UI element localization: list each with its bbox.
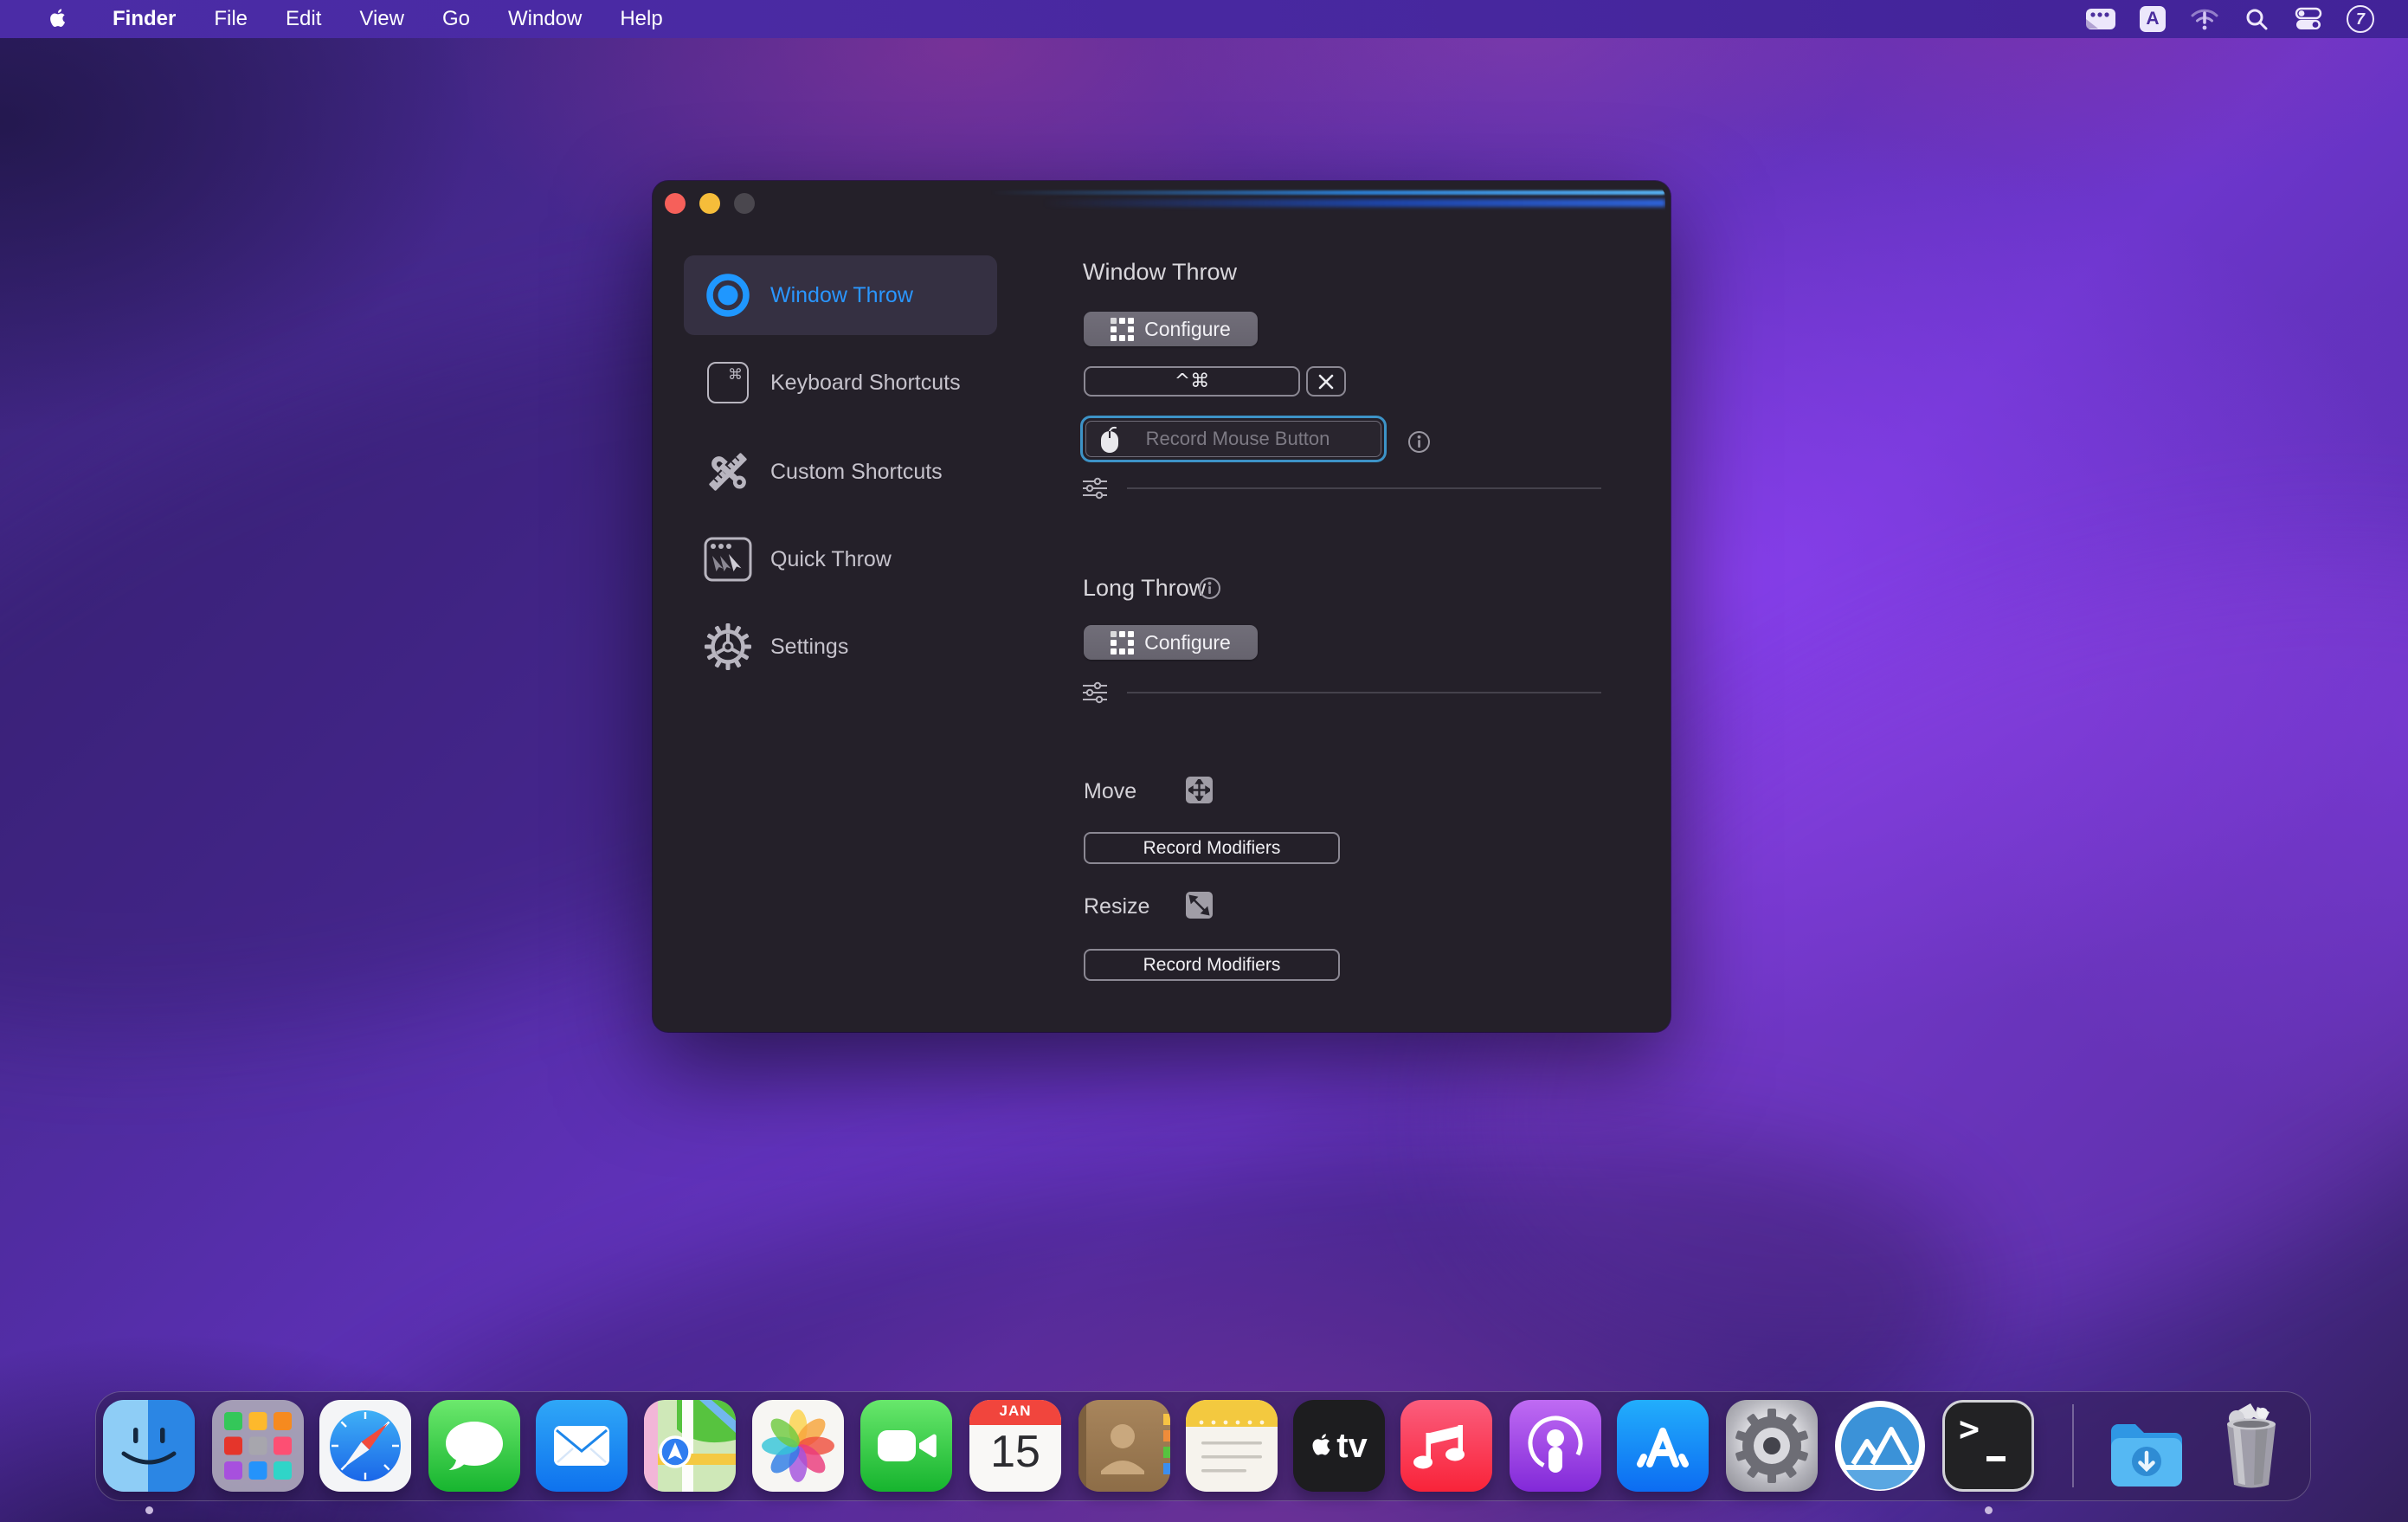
dock-photos-icon[interactable] [752,1400,844,1492]
move-icon [1186,777,1213,803]
dock-contacts-icon[interactable] [1078,1400,1170,1492]
long-throw-configure-button[interactable]: Configure [1084,625,1258,660]
grid-icon [1111,318,1134,341]
gear-icon [698,622,758,671]
target-icon [698,271,758,319]
finder-running-indicator [145,1506,153,1514]
dock-separator [2072,1404,2074,1487]
resize-icon [1186,892,1213,919]
record-mouse-button-field[interactable]: Record Mouse Button [1080,416,1387,462]
move-record-modifiers-button[interactable]: Record Modifiers [1084,832,1340,864]
sliders-icon[interactable] [1082,681,1108,708]
menu-item-window[interactable]: Window [489,0,601,38]
dock-launchpad-icon[interactable] [212,1400,304,1492]
record-mouse-placeholder: Record Mouse Button [1121,428,1355,450]
resize-label: Resize [1084,894,1149,919]
calendar-day: 15 [969,1426,1061,1478]
dock-trash-icon[interactable] [2205,1400,2297,1492]
info-icon[interactable] [1198,577,1221,604]
sidebar-item-custom-shortcuts[interactable]: Custom Shortcuts [684,432,997,512]
menu-bar: Finder File Edit View Go Window Help A 7 [0,0,2408,38]
divider [1127,487,1601,489]
shortcut-value: ^⌘ [1175,371,1209,392]
apple-menu-icon[interactable] [35,8,81,30]
titlebar-light-streak [990,185,1665,211]
move-label: Move [1084,779,1136,804]
dock-podcasts-icon[interactable] [1510,1400,1601,1492]
menu-item-view[interactable]: View [340,0,423,38]
clear-shortcut-button[interactable] [1306,366,1346,397]
dock-safari-icon[interactable] [319,1400,411,1492]
dock-finder-icon[interactable] [103,1400,195,1492]
calendar-month: JAN [969,1403,1061,1420]
zoom-button[interactable] [734,193,755,214]
window-throw-shortcut-field[interactable]: ^⌘ [1084,366,1300,397]
close-icon [1318,374,1334,390]
long-throw-title: Long Throw [1083,575,1206,602]
window-throw-title: Window Throw [1083,259,1237,286]
input-source-icon[interactable]: A [2133,0,2173,38]
close-button[interactable] [665,193,686,214]
menu-item-finder[interactable]: Finder [93,0,195,38]
keyboard-icon[interactable] [2081,0,2121,38]
terminal-prompt: > [1959,1409,1980,1449]
grid-icon [1111,631,1134,655]
dock-mail-icon[interactable] [536,1400,628,1492]
search-icon[interactable] [2237,0,2276,38]
tools-icon [698,448,758,495]
app-window: Window Throw ⌘ Keyboard Shortcuts Custom… [653,181,1671,1032]
dock-music-icon[interactable] [1400,1400,1492,1492]
control-center-icon[interactable] [2289,0,2328,38]
quick-throw-icon [698,537,758,582]
terminal-running-indicator [1985,1506,1993,1514]
dock-system-settings-icon[interactable] [1726,1400,1818,1492]
sliders-icon[interactable] [1082,477,1108,504]
dock-notes-icon[interactable] [1186,1400,1278,1492]
menu-item-file[interactable]: File [195,0,267,38]
dock-calendar-icon[interactable]: JAN 15 [969,1400,1061,1492]
terminal-cursor [1986,1456,2006,1461]
dock-hookshot-icon[interactable] [1834,1400,1926,1492]
dock-terminal-icon[interactable]: > [1942,1400,2034,1492]
dock-messages-icon[interactable] [428,1400,520,1492]
divider [1127,692,1601,693]
window-throw-configure-button[interactable]: Configure [1084,312,1258,346]
tv-label: tv [1336,1427,1368,1466]
dock-tv-icon[interactable]: tv [1293,1400,1385,1492]
apple-logo-icon [1310,1432,1333,1460]
menu-bar-left: Finder File Edit View Go Window Help [0,0,682,38]
info-icon[interactable] [1407,430,1431,458]
mouse-icon [1098,424,1121,454]
circle-seven-icon[interactable]: 7 [2340,0,2380,38]
wifi-alert-icon[interactable] [2185,0,2225,38]
dock-app-store-icon[interactable] [1617,1400,1709,1492]
menu-item-edit[interactable]: Edit [267,0,340,38]
window-controls [665,193,755,214]
menu-bar-status: A 7 [2081,0,2408,38]
menu-item-go[interactable]: Go [423,0,489,38]
command-key-icon: ⌘ [698,362,758,403]
menu-item-help[interactable]: Help [601,0,681,38]
minimize-button[interactable] [699,193,720,214]
dock-downloads-icon[interactable] [2101,1400,2192,1492]
resize-record-modifiers-button[interactable]: Record Modifiers [1084,949,1340,981]
sidebar-item-settings[interactable]: Settings [684,607,997,687]
sidebar-item-window-throw[interactable]: Window Throw [684,255,997,335]
sidebar-item-quick-throw[interactable]: Quick Throw [684,519,997,599]
dock-maps-icon[interactable] [644,1400,736,1492]
dock-facetime-icon[interactable] [860,1400,952,1492]
sidebar-item-keyboard-shortcuts[interactable]: ⌘ Keyboard Shortcuts [684,343,997,422]
